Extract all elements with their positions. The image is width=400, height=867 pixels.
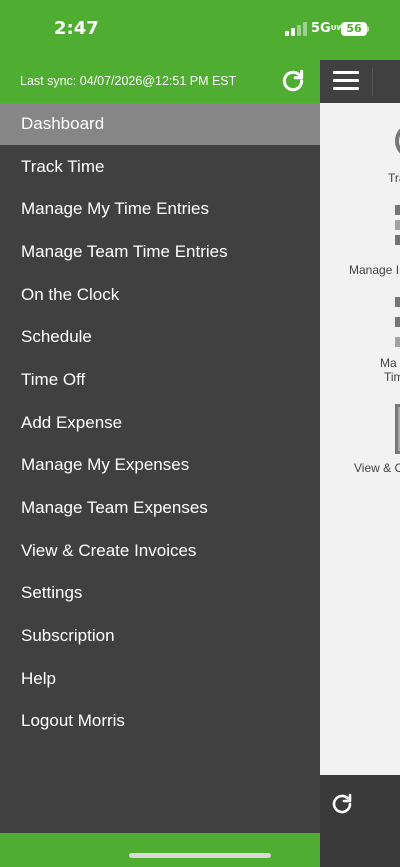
bottom-strip [0,833,320,867]
menu-item-manage-my-time-entries[interactable]: Manage My Time Entries [0,188,320,230]
sync-refresh-icon[interactable] [280,68,306,94]
menu-item-time-off[interactable]: Time Off [0,359,320,401]
menu-item-label: Add Expense [21,413,123,432]
app-bottom-bar [320,833,400,867]
menu-item-label: Settings [21,583,83,602]
home-indicator[interactable] [129,853,271,858]
network-indicator: 5GUW [311,21,345,36]
menu-item-label: Manage Team Time Entries [21,242,228,261]
list-icon [395,297,400,347]
menu-item-label: Time Off [21,370,86,389]
refresh-icon[interactable] [330,792,354,816]
app-bar-divider [372,68,373,96]
menu-item-label: Help [21,669,56,688]
navigation-drawer: Dashboard Track Time Manage My Time Entr… [0,103,320,833]
battery-icon: 56 [341,22,367,36]
signal-icon [285,22,309,36]
drawer-header: Last sync: 04/07/2026@12:51 PM EST [0,60,320,103]
dashboard-background: Tra Manage I Ma Tim View & C [320,103,400,775]
menu-item-schedule[interactable]: Schedule [0,316,320,358]
clock-icon [395,123,400,159]
menu-item-label: Logout Morris [21,711,125,730]
menu-item-label: Track Time [21,157,105,176]
last-sync-text: Last sync: 04/07/2026@12:51 PM EST [20,74,237,88]
tile-label-view-create: View & C [354,461,400,475]
tile-label-track-time: Tra [388,171,400,185]
menu-item-label: Manage My Time Entries [21,199,210,218]
menu-item-manage-team-expenses[interactable]: Manage Team Expenses [0,487,320,529]
menu-item-manage-my-expenses[interactable]: Manage My Expenses [0,444,320,486]
menu-item-label: Manage My Expenses [21,455,190,474]
status-time: 2:47 [54,18,99,39]
menu-item-add-expense[interactable]: Add Expense [0,402,320,444]
menu-item-view-create-invoices[interactable]: View & Create Invoices [0,530,320,572]
menu-item-on-the-clock[interactable]: On the Clock [0,274,320,316]
tile-label-manage-my: Manage I [349,263,400,277]
app-bar [320,60,400,103]
menu-item-manage-team-time-entries[interactable]: Manage Team Time Entries [0,231,320,273]
menu-item-dashboard[interactable]: Dashboard [0,103,320,145]
hamburger-icon[interactable] [333,71,359,91]
menu-item-label: View & Create Invoices [21,541,197,560]
menu-item-label: Subscription [21,626,115,645]
tile-label-manage-team: Ma [380,356,397,370]
menu-item-label: Manage Team Expenses [21,498,208,517]
menu-item-subscription[interactable]: Subscription [0,615,320,657]
menu-item-label: Schedule [21,327,92,346]
menu-item-label: Dashboard [21,114,105,133]
invoice-icon [395,404,400,454]
tile-label-manage-team-2: Tim [384,370,400,384]
menu-item-label: On the Clock [21,285,120,304]
menu-item-settings[interactable]: Settings [0,572,320,614]
list-icon [395,205,400,245]
menu-item-logout[interactable]: Logout Morris [0,700,320,742]
menu-item-track-time[interactable]: Track Time [0,146,320,188]
menu-item-help[interactable]: Help [0,658,320,700]
